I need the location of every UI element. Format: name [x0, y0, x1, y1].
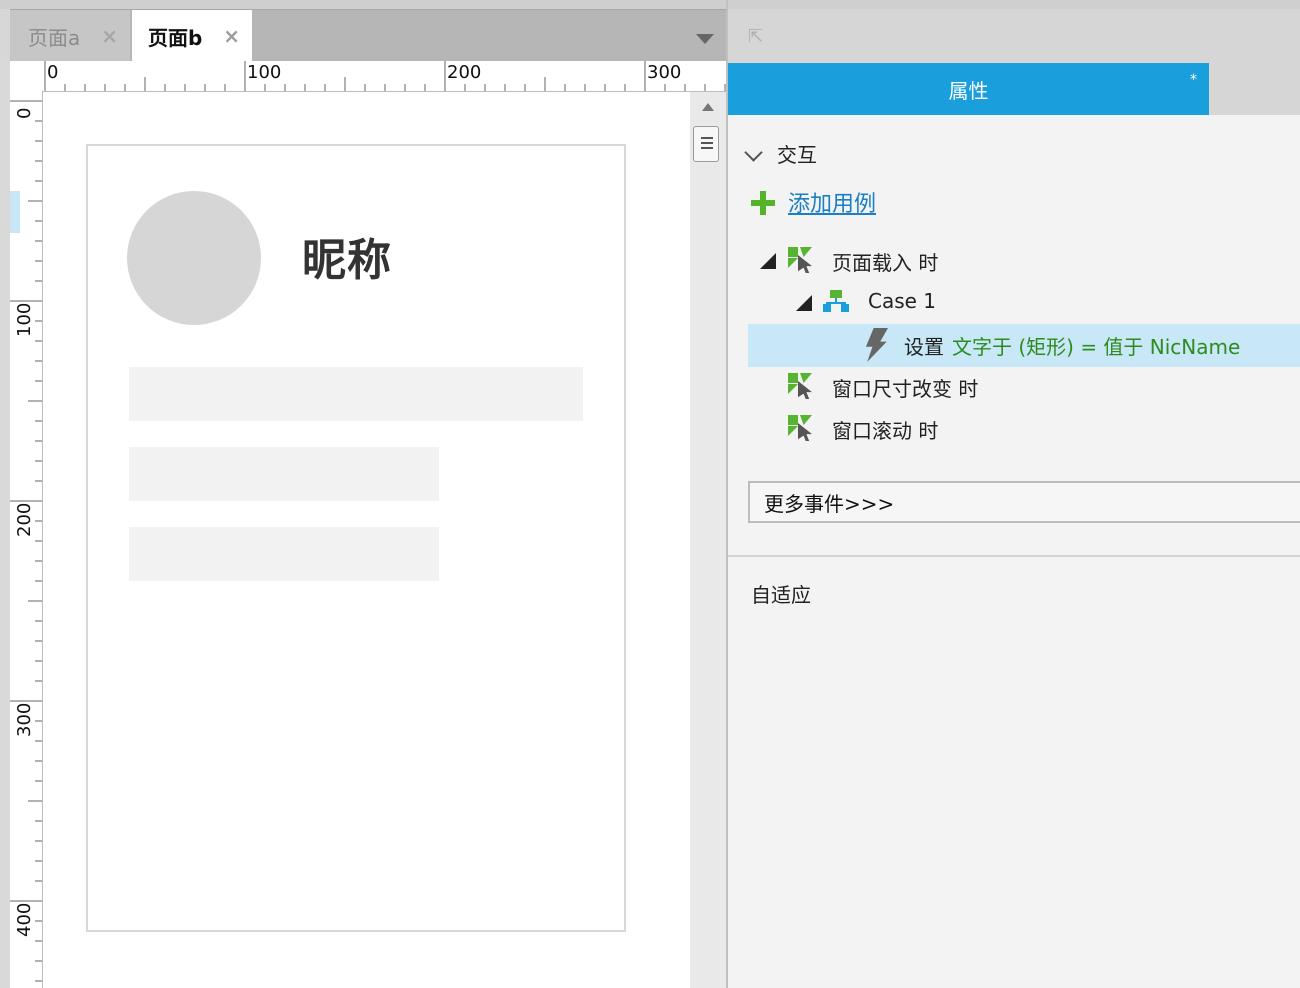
tab-page-a[interactable]: 页面a × [10, 10, 130, 62]
event-window-resize[interactable]: 窗口尺寸改变 时 [832, 373, 978, 402]
undock-arrow-icon[interactable]: ⇱ [748, 26, 763, 47]
adaptive-section-title[interactable]: 自适应 [751, 579, 811, 608]
action-verb: 设置 [904, 335, 944, 359]
more-events-label: 更多事件>>> [764, 491, 895, 516]
collapse-triangle-icon[interactable] [760, 253, 776, 269]
close-icon[interactable]: × [223, 24, 240, 48]
tab-label: 属性 [948, 78, 989, 103]
tab-label: 页面b [148, 25, 203, 50]
tab-other[interactable] [1211, 63, 1300, 115]
panel-header [728, 9, 1300, 61]
event-cursor-icon [788, 415, 814, 441]
ruler-label: 200 [14, 502, 35, 537]
ruler-label: 300 [647, 62, 682, 83]
horizontal-ruler[interactable]: 0 100 200 300 [43, 61, 726, 92]
vertical-ruler[interactable]: 0 100 200 300 400 [10, 91, 43, 988]
tab-page-b[interactable]: 页面b × [132, 10, 252, 62]
vertical-scrollbar[interactable] [690, 92, 726, 988]
add-case-link[interactable]: 添加用例 [788, 186, 876, 218]
nickname-text[interactable]: 昵称 [302, 224, 392, 288]
scroll-up-icon[interactable] [702, 103, 714, 111]
section-divider [728, 555, 1300, 557]
event-window-scroll[interactable]: 窗口滚动 时 [832, 415, 938, 444]
ruler-label: 100 [14, 302, 35, 337]
tab-properties[interactable]: 属性 [728, 63, 1209, 115]
horizontal-ruler-ticks [44, 61, 726, 91]
event-cursor-icon [788, 373, 814, 399]
ruler-label: 0 [14, 107, 35, 119]
ruler-corner [10, 61, 43, 91]
event-page-load[interactable]: 页面载入 时 [832, 247, 938, 276]
avatar-placeholder[interactable] [127, 191, 261, 325]
chevron-down-icon[interactable] [696, 34, 714, 44]
more-events-button[interactable]: 更多事件>>> [748, 481, 1300, 523]
scrollbar-thumb[interactable] [693, 126, 719, 162]
ruler-label: 100 [247, 62, 282, 83]
section-title-interaction[interactable]: 交互 [777, 139, 817, 168]
case-1[interactable]: Case 1 [868, 289, 936, 313]
placeholder-rect[interactable] [129, 367, 583, 421]
ruler-label: 300 [14, 702, 35, 737]
vertical-ruler-ticks [10, 100, 42, 982]
tab-label: 页面a [28, 25, 81, 50]
action-detail: 文字于 (矩形) = 值于 NicName [952, 335, 1241, 359]
left-border [0, 61, 10, 988]
ruler-label: 200 [447, 62, 482, 83]
event-cursor-icon [788, 247, 814, 273]
modified-marker: * [1190, 72, 1197, 88]
placeholder-rect[interactable] [129, 447, 439, 501]
plus-icon[interactable] [751, 191, 775, 215]
ruler-label: 400 [14, 902, 35, 937]
window-top-strip [0, 0, 1300, 9]
page-tab-bar: 页面a × 页面b × [10, 9, 726, 62]
close-icon[interactable]: × [101, 24, 118, 48]
properties-body [728, 115, 1300, 988]
placeholder-rect[interactable] [129, 527, 439, 581]
ruler-label: 0 [47, 62, 59, 83]
collapse-triangle-icon[interactable] [796, 295, 812, 311]
case-hierarchy-icon [823, 290, 849, 314]
